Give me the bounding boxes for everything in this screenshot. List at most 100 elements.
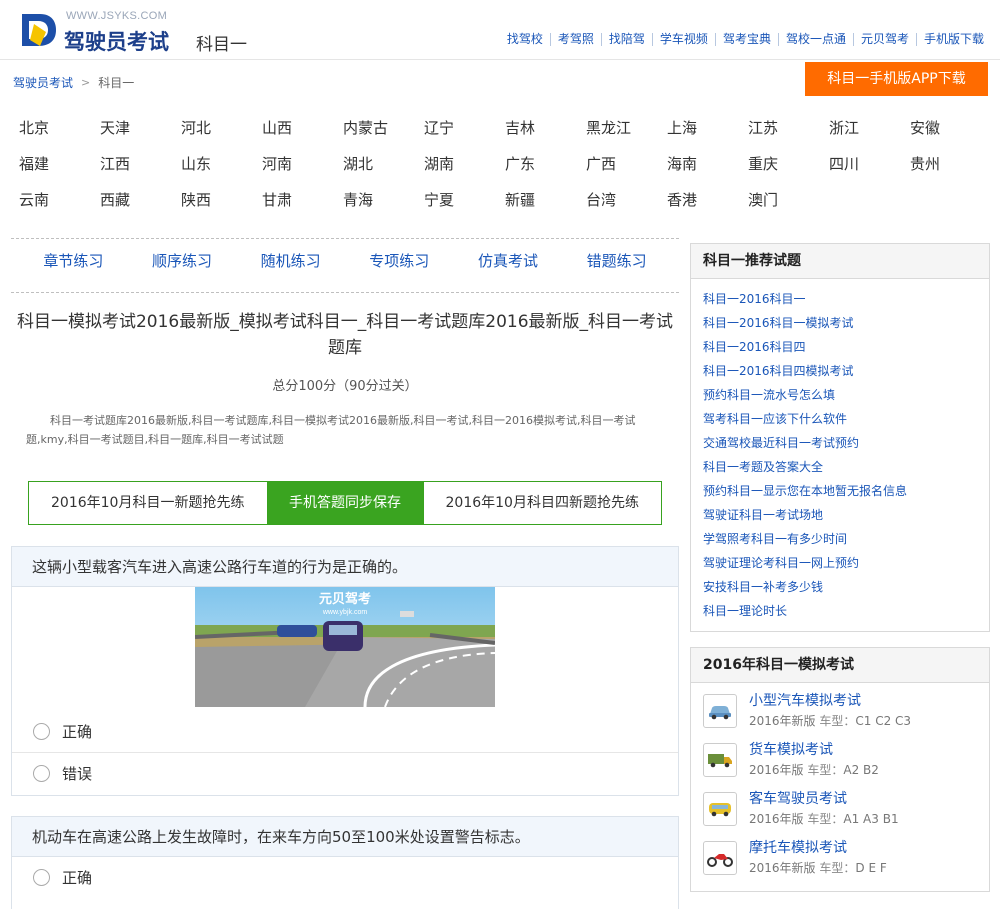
province-link[interactable]: 宁夏	[424, 188, 505, 212]
province-link[interactable]: 海南	[667, 152, 748, 176]
recommended-link[interactable]: 驾驶证理论考科目一网上预约	[703, 551, 989, 575]
motorcycle-icon[interactable]	[703, 841, 737, 875]
simulation-item[interactable]: 客车驾驶员考试 2016年版 车型：A1 A3 B1	[703, 789, 989, 838]
province-link[interactable]: 云南	[19, 188, 100, 212]
province-link[interactable]: 内蒙古	[343, 116, 424, 140]
recommended-link[interactable]: 驾驶证科目一考试场地	[703, 503, 989, 527]
recommended-link[interactable]: 科目一2016科目四	[703, 335, 989, 359]
simulation-edition: 2016年新版	[749, 861, 816, 875]
province-link[interactable]: 西藏	[100, 188, 181, 212]
province-link[interactable]: 甘肃	[262, 188, 343, 212]
province-link[interactable]: 江西	[100, 152, 181, 176]
option-correct[interactable]: 正确	[12, 857, 678, 898]
option-wrong[interactable]: 错误	[12, 752, 678, 793]
top-nav-link[interactable]: 考驾照	[551, 33, 602, 46]
logo-icon[interactable]	[18, 10, 58, 50]
practice-modes: 章节练习 顺序练习 随机练习 专项练习 仿真考试 错题练习	[11, 250, 679, 271]
recommended-link[interactable]: 科目一理论时长	[703, 599, 989, 623]
tab-km1-new[interactable]: 2016年10月科目一新题抢先练	[29, 482, 268, 524]
site-title[interactable]: 驾驶员考试	[64, 26, 169, 56]
province-link[interactable]: 黑龙江	[586, 116, 667, 140]
recommended-link[interactable]: 学驾照考科目一有多少时间	[703, 527, 989, 551]
province-link[interactable]: 福建	[19, 152, 100, 176]
practice-mode-link[interactable]: 仿真考试	[478, 250, 538, 271]
breadcrumb-home[interactable]: 驾驶员考试	[13, 74, 73, 91]
simulation-info: 客车驾驶员考试 2016年版 车型：A1 A3 B1	[749, 789, 899, 838]
province-link[interactable]: 广东	[505, 152, 586, 176]
practice-mode-link[interactable]: 章节练习	[43, 250, 103, 271]
province-link[interactable]: 辽宁	[424, 116, 505, 140]
option-correct[interactable]: 正确	[12, 711, 678, 752]
simulation-name-link[interactable]: 小型汽车模拟考试	[749, 691, 911, 711]
vehicle-type-label: 车型：	[807, 763, 844, 777]
province-link[interactable]: 吉林	[505, 116, 586, 140]
recommended-link[interactable]: 科目一考题及答案大全	[703, 455, 989, 479]
province-link[interactable]: 香港	[667, 188, 748, 212]
truck-icon[interactable]	[703, 743, 737, 777]
app-download-button[interactable]: 科目一手机版APP下载	[805, 62, 988, 96]
simulation-item[interactable]: 货车模拟考试 2016年版 车型：A2 B2	[703, 740, 989, 789]
question-card: 这辆小型载客汽车进入高速公路行车道的行为是正确的。 元贝驾考 www.ybjk.…	[11, 546, 679, 796]
province-link[interactable]: 安徽	[910, 116, 991, 140]
province-link[interactable]: 江苏	[748, 116, 829, 140]
province-link[interactable]: 广西	[586, 152, 667, 176]
bus-icon[interactable]	[703, 792, 737, 826]
top-nav-link[interactable]: 找陪驾	[602, 33, 653, 46]
province-link[interactable]: 山西	[262, 116, 343, 140]
simulation-item[interactable]: 小型汽车模拟考试 2016年新版 车型：C1 C2 C3	[703, 691, 989, 740]
simulation-name-link[interactable]: 摩托车模拟考试	[749, 838, 887, 858]
simulation-name-link[interactable]: 货车模拟考试	[749, 740, 879, 760]
province-link[interactable]: 四川	[829, 152, 910, 176]
recommended-link[interactable]: 预约科目一流水号怎么填	[703, 383, 989, 407]
car-icon[interactable]	[703, 694, 737, 728]
practice-mode-link[interactable]: 随机练习	[261, 250, 321, 271]
practice-mode-link[interactable]: 错题练习	[587, 250, 647, 271]
recommended-link[interactable]: 安技科目一补考多少钱	[703, 575, 989, 599]
tab-mobile-sync[interactable]: 手机答题同步保存	[267, 482, 424, 524]
simulation-edition: 2016年新版	[749, 714, 816, 728]
province-link[interactable]: 重庆	[748, 152, 829, 176]
province-link[interactable]: 上海	[667, 116, 748, 140]
top-nav-link[interactable]: 找驾校	[500, 33, 551, 46]
province-link[interactable]: 湖南	[424, 152, 505, 176]
recommended-link[interactable]: 科目一2016科目一	[703, 287, 989, 311]
recommended-link[interactable]: 科目一2016科目四模拟考试	[703, 359, 989, 383]
recommended-panel: 科目一推荐试题 科目一2016科目一 科目一2016科目一模拟考试 科目一2016科…	[690, 243, 990, 632]
province-link[interactable]: 贵州	[910, 152, 991, 176]
province-link[interactable]: 陕西	[181, 188, 262, 212]
province-link[interactable]: 澳门	[748, 188, 829, 212]
province-link[interactable]: 北京	[19, 116, 100, 140]
practice-mode-link[interactable]: 专项练习	[369, 250, 429, 271]
simulation-name-link[interactable]: 客车驾驶员考试	[749, 789, 899, 809]
tab-km4-new[interactable]: 2016年10月科目四新题抢先练	[424, 482, 662, 524]
simulation-desc: 2016年新版 车型：D E F	[749, 858, 887, 878]
province-link[interactable]: 河南	[262, 152, 343, 176]
recommended-link[interactable]: 预约科目一显示您在本地暂无报名信息	[703, 479, 989, 503]
radio-button[interactable]	[33, 869, 50, 886]
top-nav-link[interactable]: 驾校一点通	[779, 33, 854, 46]
province-link[interactable]: 山东	[181, 152, 262, 176]
province-link[interactable]: 台湾	[586, 188, 667, 212]
simulation-item[interactable]: 摩托车模拟考试 2016年新版 车型：D E F	[703, 838, 989, 887]
recommended-link[interactable]: 交通驾校最近科目一考试预约	[703, 431, 989, 455]
divider	[11, 238, 679, 239]
top-nav-link[interactable]: 手机版下载	[917, 33, 984, 46]
province-link[interactable]: 河北	[181, 116, 262, 140]
recommended-link[interactable]: 科目一2016科目一模拟考试	[703, 311, 989, 335]
province-link[interactable]: 青海	[343, 188, 424, 212]
province-link[interactable]: 湖北	[343, 152, 424, 176]
simulation-edition: 2016年版	[749, 763, 804, 777]
recommended-link[interactable]: 驾考科目一应该下什么软件	[703, 407, 989, 431]
radio-button[interactable]	[33, 723, 50, 740]
vehicle-types: A2 B2	[843, 763, 879, 777]
radio-button[interactable]	[33, 764, 50, 782]
province-link[interactable]: 浙江	[829, 116, 910, 140]
province-link[interactable]: 新疆	[505, 188, 586, 212]
province-link[interactable]: 天津	[100, 116, 181, 140]
top-nav-link[interactable]: 学车视频	[653, 33, 716, 46]
top-nav-link[interactable]: 元贝驾考	[854, 33, 917, 46]
breadcrumb-current: 科目一	[98, 76, 135, 90]
top-nav-link[interactable]: 驾考宝典	[716, 33, 779, 46]
panel-title: 2016年科目一模拟考试	[691, 648, 989, 683]
practice-mode-link[interactable]: 顺序练习	[152, 250, 212, 271]
